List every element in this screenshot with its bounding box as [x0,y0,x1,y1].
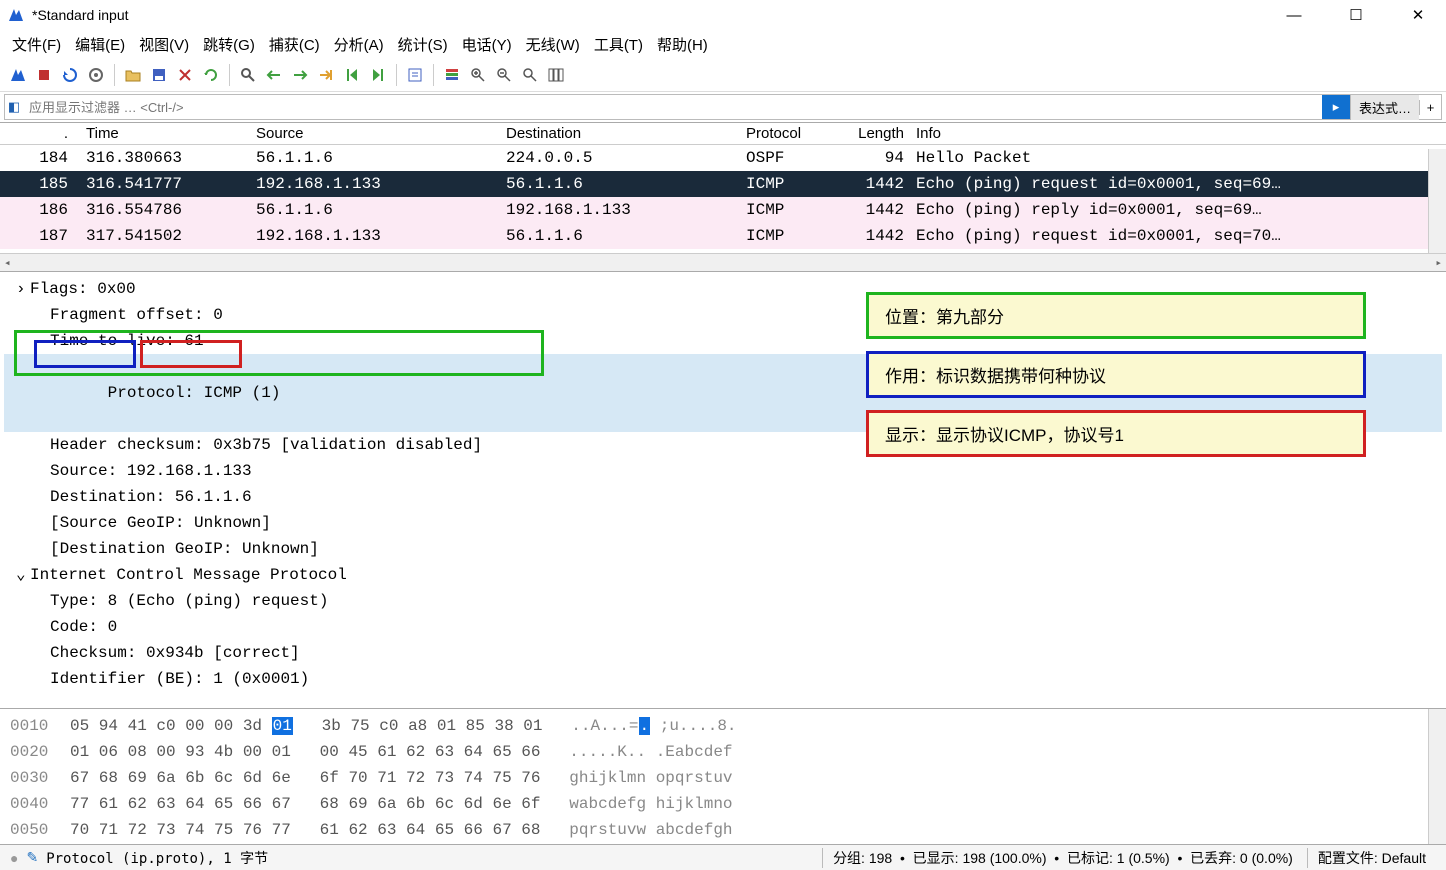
close-file-icon[interactable] [173,63,197,87]
packet-row[interactable]: 186316.55478656.1.1.6192.168.1.133ICMP14… [0,197,1446,223]
title-bar: *Standard input — ☐ ✕ [0,0,1446,30]
app-icon [8,7,24,23]
packet-row[interactable]: 185316.541777192.168.1.13356.1.1.6ICMP14… [0,171,1446,197]
tree-destination-geoip[interactable]: [Destination GeoIP: Unknown] [4,536,1442,562]
col-header-destination[interactable]: Destination [500,123,740,144]
col-header-no[interactable]: . [0,123,80,144]
display-filter-bar: ◧ ▸ 表达式… + [4,94,1442,120]
go-last-icon[interactable] [366,63,390,87]
auto-scroll-icon[interactable] [403,63,427,87]
status-bullet-icon: ● [10,850,18,866]
hex-row[interactable]: 004077 61 62 63 64 65 66 67 68 69 6a 6b … [10,791,1436,817]
status-edit-icon[interactable]: ✎ [26,849,38,866]
menu-analyze[interactable]: 分析(A) [334,34,384,55]
packet-bytes-pane: 001005 94 41 c0 00 00 3d 01 3b 75 c0 a8 … [0,709,1446,844]
zoom-out-icon[interactable] [492,63,516,87]
menu-tools[interactable]: 工具(T) [594,34,643,55]
annotation-panel: 位置：第九部分 作用：标识数据携带何种协议 显示：显示协议ICMP，协议号1 [866,292,1366,457]
menu-goto[interactable]: 跳转(G) [203,34,255,55]
col-header-time[interactable]: Time [80,123,250,144]
menu-file[interactable]: 文件(F) [12,34,61,55]
colorize-icon[interactable] [440,63,464,87]
annotation-function: 作用：标识数据携带何种协议 [866,351,1366,398]
menu-bar: 文件(F) 编辑(E) 视图(V) 跳转(G) 捕获(C) 分析(A) 统计(S… [0,30,1446,61]
goto-packet-icon[interactable] [314,63,338,87]
hex-vscrollbar[interactable] [1428,709,1446,844]
restart-capture-icon[interactable] [58,63,82,87]
tree-icmp-code[interactable]: Code: 0 [4,614,1442,640]
filter-expression-button[interactable]: 表达式… [1350,95,1419,120]
resize-columns-icon[interactable] [544,63,568,87]
menu-wireless[interactable]: 无线(W) [526,34,580,55]
open-file-icon[interactable] [121,63,145,87]
filter-apply-button[interactable]: ▸ [1322,95,1350,119]
tree-source-geoip[interactable]: [Source GeoIP: Unknown] [4,510,1442,536]
hex-row[interactable]: 005070 71 72 73 74 75 76 77 61 62 63 64 … [10,817,1436,843]
tree-icmp-identifier[interactable]: Identifier (BE): 1 (0x0001) [4,666,1442,692]
status-packets: 分组: 198 • 已显示: 198 (100.0%) • 已标记: 1 (0.… [822,848,1303,868]
menu-stats[interactable]: 统计(S) [398,34,448,55]
packet-list-pane: . Time Source Destination Protocol Lengt… [0,122,1446,272]
tree-protocol-label: Protocol: [108,380,204,406]
col-header-info[interactable]: Info [910,123,1446,144]
tree-icmp-type[interactable]: Type: 8 (Echo (ping) request) [4,588,1442,614]
status-profile[interactable]: 配置文件: Default [1307,848,1436,868]
tree-protocol-value: ICMP (1) [204,380,281,406]
annotation-display: 显示：显示协议ICMP，协议号1 [866,410,1366,457]
col-header-source[interactable]: Source [250,123,500,144]
go-first-icon[interactable] [340,63,364,87]
go-back-icon[interactable] [262,63,286,87]
toolbar [0,61,1446,92]
filter-bookmark-icon[interactable]: ◧ [5,99,23,115]
tree-source[interactable]: Source: 192.168.1.133 [4,458,1442,484]
hex-row[interactable]: 002001 06 08 00 93 4b 00 01 00 45 61 62 … [10,739,1436,765]
tree-icmp[interactable]: ⌄Internet Control Message Protocol [4,562,1442,588]
menu-capture[interactable]: 捕获(C) [269,34,320,55]
hex-row[interactable]: 001005 94 41 c0 00 00 3d 01 3b 75 c0 a8 … [10,713,1436,739]
menu-edit[interactable]: 编辑(E) [75,34,125,55]
stop-capture-icon[interactable] [32,63,56,87]
status-field: Protocol (ip.proto), 1 字节 [46,848,268,868]
packet-row[interactable]: 187317.541502192.168.1.13356.1.1.6ICMP14… [0,223,1446,249]
packet-list-vscrollbar[interactable] [1428,149,1446,253]
tree-icmp-checksum[interactable]: Checksum: 0x934b [correct] [4,640,1442,666]
save-file-icon[interactable] [147,63,171,87]
packet-list-hscrollbar[interactable]: ◂▸ [0,253,1446,271]
zoom-reset-icon[interactable] [518,63,542,87]
col-header-length[interactable]: Length [840,123,910,144]
status-bar: ● ✎ Protocol (ip.proto), 1 字节 分组: 198 • … [0,844,1446,870]
display-filter-input[interactable] [23,98,1322,117]
find-icon[interactable] [236,63,260,87]
col-header-protocol[interactable]: Protocol [740,123,840,144]
menu-telephony[interactable]: 电话(Y) [462,34,512,55]
menu-view[interactable]: 视图(V) [139,34,189,55]
menu-help[interactable]: 帮助(H) [657,34,708,55]
capture-options-icon[interactable] [84,63,108,87]
filter-add-button[interactable]: + [1419,100,1441,115]
packet-list-header: . Time Source Destination Protocol Lengt… [0,123,1446,145]
maximize-button[interactable]: ☐ [1336,6,1376,24]
tree-destination[interactable]: Destination: 56.1.1.6 [4,484,1442,510]
zoom-in-icon[interactable] [466,63,490,87]
reload-icon[interactable] [199,63,223,87]
close-button[interactable]: ✕ [1398,6,1438,24]
packet-row[interactable]: 184316.38066356.1.1.6224.0.0.5OSPF94Hell… [0,145,1446,171]
minimize-button[interactable]: — [1274,7,1314,24]
annotation-position: 位置：第九部分 [866,292,1366,339]
packet-details-pane: ›Flags: 0x00 Fragment offset: 0 Time to … [0,272,1446,709]
window-title: *Standard input [32,7,1274,23]
go-forward-icon[interactable] [288,63,312,87]
hex-row[interactable]: 003067 68 69 6a 6b 6c 6d 6e 6f 70 71 72 … [10,765,1436,791]
start-capture-icon[interactable] [6,63,30,87]
